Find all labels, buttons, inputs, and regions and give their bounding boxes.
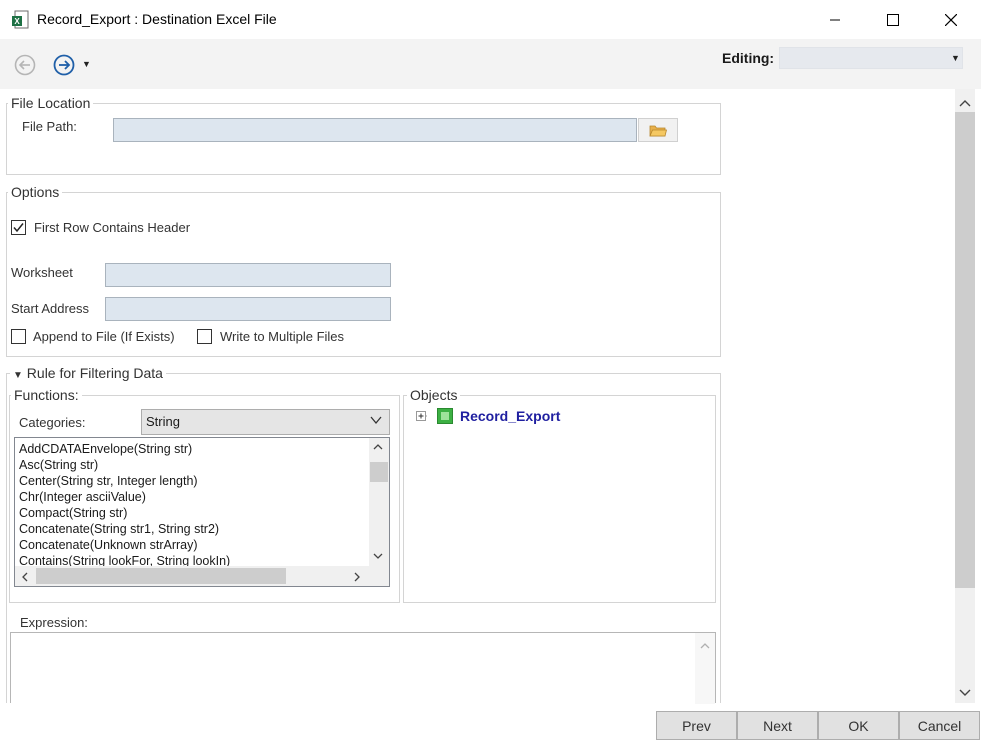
list-item[interactable]: Concatenate(Unknown strArray) xyxy=(19,537,230,553)
chevron-up-icon[interactable] xyxy=(958,96,972,111)
objects-group xyxy=(403,395,716,603)
objects-legend: Objects xyxy=(407,387,461,403)
back-arrow-icon xyxy=(14,54,36,76)
table-node-icon xyxy=(437,408,453,424)
chevron-down-icon[interactable] xyxy=(958,686,972,701)
filter-legend-text: Rule for Filtering Data xyxy=(26,365,163,381)
expression-label: Expression: xyxy=(20,615,88,630)
start-address-input[interactable] xyxy=(105,297,391,321)
start-address-label: Start Address xyxy=(11,301,90,316)
file-path-label: File Path: xyxy=(22,119,77,134)
first-row-header-label: First Row Contains Header xyxy=(34,220,191,235)
options-legend: Options xyxy=(8,184,63,200)
checkmark-icon xyxy=(13,223,24,233)
forward-button[interactable] xyxy=(51,52,77,78)
list-item[interactable]: Chr(Integer asciiValue) xyxy=(19,489,230,505)
back-button[interactable] xyxy=(12,52,38,78)
append-checkbox[interactable] xyxy=(11,329,26,344)
list-item[interactable]: Center(String str, Integer length) xyxy=(19,473,230,489)
maximize-button[interactable] xyxy=(864,0,922,39)
chevron-up-icon[interactable] xyxy=(699,639,711,654)
functions-hscroll-thumb[interactable] xyxy=(36,568,286,584)
file-path-input[interactable] xyxy=(113,118,637,142)
chevron-right-icon[interactable] xyxy=(352,571,362,586)
editing-label: Editing: xyxy=(722,50,775,66)
close-icon xyxy=(945,13,957,26)
list-item[interactable]: AddCDATAEnvelope(String str) xyxy=(19,441,230,457)
functions-vscroll-thumb[interactable] xyxy=(370,462,388,482)
collapse-triangle-icon: ▼ xyxy=(13,370,23,381)
window-title: Record_Export : Destination Excel File xyxy=(37,11,277,27)
worksheet-label: Worksheet xyxy=(11,265,73,280)
chevron-up-icon[interactable] xyxy=(372,442,384,454)
categories-label: Categories: xyxy=(19,415,86,430)
chevron-down-icon xyxy=(369,413,383,430)
categories-value: String xyxy=(146,414,180,429)
prev-button[interactable]: Prev xyxy=(656,711,737,740)
excel-file-icon: X xyxy=(11,10,31,30)
expression-textarea[interactable] xyxy=(10,632,716,704)
worksheet-input[interactable] xyxy=(105,263,391,287)
functions-listbox: AddCDATAEnvelope(String str) Asc(String … xyxy=(14,437,390,587)
editing-select[interactable] xyxy=(779,47,963,69)
append-label: Append to File (If Exists) xyxy=(33,329,175,344)
functions-list: AddCDATAEnvelope(String str) Asc(String … xyxy=(19,441,230,569)
chevron-left-icon[interactable] xyxy=(20,571,30,586)
functions-legend: Functions: xyxy=(11,387,82,403)
functions-vscrollbar[interactable] xyxy=(369,438,389,566)
list-item[interactable]: Concatenate(String str1, String str2) xyxy=(19,521,230,537)
minimize-icon xyxy=(830,19,840,20)
chevron-down-icon[interactable] xyxy=(372,549,384,564)
ok-button[interactable]: OK xyxy=(818,711,899,740)
categories-select[interactable]: String xyxy=(141,409,390,435)
tree-root-label[interactable]: Record_Export xyxy=(460,408,560,424)
minimize-button[interactable] xyxy=(806,0,864,39)
close-button[interactable] xyxy=(922,0,980,39)
multiple-files-checkbox[interactable] xyxy=(197,329,212,344)
plus-box-icon[interactable] xyxy=(416,411,428,426)
maximize-icon xyxy=(887,13,899,26)
browse-button[interactable] xyxy=(638,118,678,142)
next-button[interactable]: Next xyxy=(737,711,818,740)
list-item[interactable]: Compact(String str) xyxy=(19,505,230,521)
svg-text:X: X xyxy=(14,17,20,26)
forward-dropdown-icon[interactable]: ▼ xyxy=(82,59,91,69)
file-location-legend: File Location xyxy=(8,95,94,111)
main-vscroll-thumb[interactable] xyxy=(955,112,975,588)
filter-legend[interactable]: ▼ Rule for Filtering Data xyxy=(10,365,166,381)
first-row-header-checkbox[interactable] xyxy=(11,220,26,235)
folder-icon xyxy=(649,125,667,137)
list-item[interactable]: Asc(String str) xyxy=(19,457,230,473)
cancel-button[interactable]: Cancel xyxy=(899,711,980,740)
multiple-files-label: Write to Multiple Files xyxy=(220,329,345,344)
forward-arrow-icon xyxy=(53,54,75,76)
chevron-down-icon[interactable]: ▼ xyxy=(951,53,960,63)
